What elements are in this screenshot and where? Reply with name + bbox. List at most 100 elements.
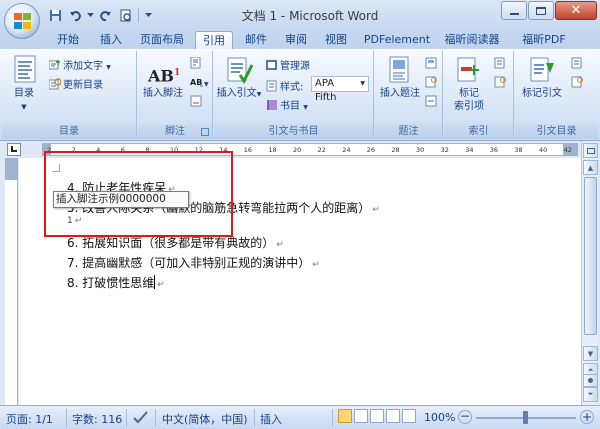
tab-references[interactable]: 引用 bbox=[195, 31, 233, 50]
zoom-slider-thumb[interactable] bbox=[523, 411, 528, 424]
group-label-index: 索引 bbox=[444, 124, 513, 139]
insert-citation-button[interactable]: 插入引文▼ bbox=[216, 55, 262, 101]
scroll-thumb[interactable] bbox=[584, 177, 597, 335]
doc-line-7: 7. 提高幽默感（可加入非特别正规的演讲中） ↵ bbox=[67, 254, 320, 271]
mark-citation-button[interactable]: 标记引文 bbox=[517, 55, 567, 100]
select-browse-object-button[interactable] bbox=[583, 374, 598, 387]
zoom-in-button[interactable]: + bbox=[580, 410, 594, 424]
undo-icon[interactable] bbox=[66, 6, 84, 24]
show-notes-button[interactable] bbox=[190, 95, 204, 108]
web-layout-view-icon[interactable] bbox=[370, 409, 384, 423]
insert-toa-icon bbox=[571, 57, 583, 69]
vertical-scrollbar[interactable]: ▲ ▼ ⏶ ⏷ bbox=[581, 141, 598, 405]
tab-pdfelement[interactable]: PDFelement bbox=[360, 31, 434, 49]
scroll-up-button[interactable]: ▲ bbox=[583, 160, 598, 175]
insert-mode[interactable]: 插入 bbox=[260, 411, 282, 427]
tab-view[interactable]: 视图 bbox=[318, 31, 354, 49]
tab-selector[interactable] bbox=[7, 143, 21, 156]
paragraph-mark: ↵ bbox=[157, 280, 165, 290]
citation-style-value: APA Fifth bbox=[315, 78, 337, 103]
chevron-down-icon: ▼ bbox=[106, 64, 111, 71]
full-screen-reading-view-icon[interactable] bbox=[354, 409, 368, 423]
ruler-tick-label: 16 bbox=[243, 146, 253, 154]
update-toc-button[interactable]: 更新目录 bbox=[48, 76, 103, 91]
close-button[interactable]: ✕ bbox=[555, 1, 597, 20]
draft-view-icon[interactable] bbox=[402, 409, 416, 423]
minus-icon: − bbox=[458, 409, 472, 424]
next-footnote-button[interactable]: AB ▼ bbox=[190, 76, 209, 89]
group-footnotes: AB1 插入脚注 AB ▼ 脚注 bbox=[138, 51, 213, 139]
left-tab-icon bbox=[11, 146, 17, 152]
insert-table-of-figures-button[interactable] bbox=[425, 57, 439, 70]
insert-footnote-button[interactable]: AB1 插入脚注 bbox=[140, 61, 186, 100]
print-preview-icon[interactable] bbox=[116, 6, 134, 24]
minimize-button[interactable] bbox=[501, 1, 527, 20]
ruler-tick-label: 32 bbox=[440, 146, 449, 154]
update-toc-label: 更新目录 bbox=[63, 80, 103, 91]
ruler-tick-label: 30 bbox=[416, 146, 425, 154]
window-title: 文档 1 - Microsoft Word bbox=[241, 9, 379, 23]
insert-endnote-button[interactable] bbox=[190, 56, 204, 70]
cross-reference-button[interactable] bbox=[425, 95, 439, 108]
update-index-button[interactable] bbox=[494, 76, 508, 89]
insert-caption-button[interactable]: 插入题注 bbox=[377, 55, 423, 100]
footnote-tooltip: 插入脚注示例0000000 bbox=[53, 191, 189, 208]
tab-page-layout[interactable]: 页面布局 bbox=[134, 31, 190, 49]
mark-entry-icon bbox=[454, 55, 484, 85]
update-icon bbox=[48, 78, 62, 90]
insert-index-button[interactable] bbox=[494, 57, 508, 70]
scroll-down-button[interactable]: ▼ bbox=[583, 346, 598, 361]
save-icon[interactable] bbox=[46, 6, 64, 24]
insert-index-icon bbox=[494, 57, 506, 69]
group-citations: 插入引文▼ 管理源 样式: APA Fifth ▼ 书目 ▼ 引文与书目 bbox=[214, 51, 374, 139]
mark-citation-icon bbox=[527, 55, 557, 85]
qat-separator bbox=[138, 8, 139, 22]
word-count[interactable]: 字数: 116 bbox=[72, 411, 122, 427]
print-layout-view-icon[interactable] bbox=[338, 409, 352, 423]
next-footnote-icon: AB bbox=[190, 76, 203, 88]
tab-insert[interactable]: 插入 bbox=[92, 31, 130, 49]
insert-citation-label: 插入引文 bbox=[216, 88, 257, 99]
redo-icon[interactable] bbox=[96, 6, 114, 24]
group-label-toa: 引文目录 bbox=[515, 124, 598, 139]
tab-home[interactable]: 开始 bbox=[48, 31, 88, 49]
language-indicator[interactable]: 中文(简体，中国) bbox=[162, 411, 248, 427]
ab-glyph: AB bbox=[148, 66, 174, 86]
mark-entry-button[interactable]: 标记 索引项 bbox=[446, 55, 492, 113]
add-text-button[interactable]: 添加文字 ▼ bbox=[48, 57, 111, 72]
vertical-ruler[interactable] bbox=[5, 158, 18, 405]
bibliography-icon bbox=[266, 99, 278, 111]
update-table-button[interactable] bbox=[425, 76, 439, 89]
update-toa-button[interactable] bbox=[571, 76, 585, 89]
insert-footnote-label: 插入脚注 bbox=[143, 88, 183, 99]
toc-button[interactable]: 目录 ▼ bbox=[5, 55, 43, 114]
customize-qat-icon[interactable] bbox=[143, 6, 153, 24]
manage-sources-button[interactable]: 管理源 bbox=[266, 57, 310, 72]
insert-toa-button[interactable] bbox=[571, 57, 585, 70]
tab-foxit-pdf[interactable]: 福昕PDF bbox=[514, 31, 574, 49]
show-notes-icon bbox=[190, 95, 202, 107]
next-page-button[interactable]: ⏷ bbox=[583, 387, 598, 402]
ribbon-tabs: 开始 插入 页面布局 引用 邮件 审阅 视图 PDFelement 福昕阅读器 … bbox=[0, 30, 600, 50]
page-count[interactable]: 页面: 1/1 bbox=[6, 411, 53, 427]
undo-dropdown-icon[interactable] bbox=[86, 6, 94, 24]
update-toa-icon bbox=[571, 76, 583, 88]
ruler-tick-label: 40 bbox=[539, 146, 548, 154]
footnote-dialog-launcher-icon[interactable] bbox=[201, 128, 209, 136]
citation-style-select[interactable]: APA Fifth ▼ bbox=[311, 76, 369, 103]
zoom-level[interactable]: 100% bbox=[424, 411, 455, 424]
office-logo-icon bbox=[14, 13, 31, 29]
ribbon-references: 目录 ▼ 添加文字 ▼ 更新目录 目录 AB1 插入脚注 AB ▼ 脚注 插入引… bbox=[0, 49, 600, 141]
ruler-toggle-button[interactable] bbox=[583, 143, 598, 158]
spelling-check-icon[interactable] bbox=[132, 409, 150, 428]
outline-view-icon[interactable] bbox=[386, 409, 400, 423]
ruler-tick-label: 36 bbox=[489, 146, 499, 154]
add-text-label: 添加文字 bbox=[63, 61, 103, 72]
office-button[interactable] bbox=[4, 3, 40, 39]
bibliography-button[interactable]: 书目 ▼ bbox=[266, 97, 308, 112]
tab-mailings[interactable]: 邮件 bbox=[238, 31, 274, 49]
maximize-button[interactable] bbox=[528, 1, 554, 20]
tab-review[interactable]: 审阅 bbox=[278, 31, 314, 49]
zoom-out-button[interactable]: − bbox=[458, 410, 472, 424]
tab-foxit-reader[interactable]: 福昕阅读器 bbox=[438, 31, 506, 49]
